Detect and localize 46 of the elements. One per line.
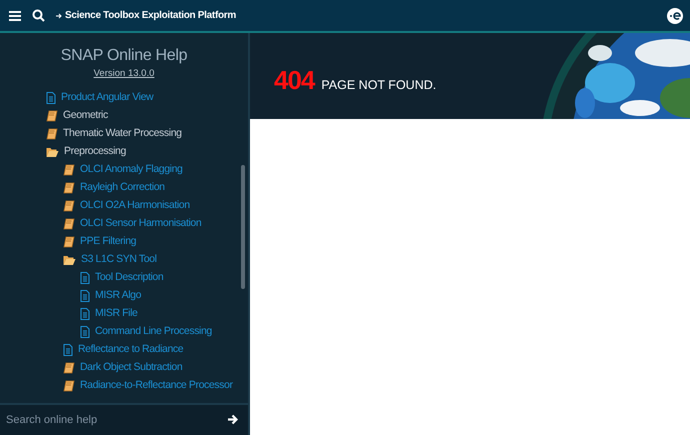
- document-icon: [46, 92, 56, 104]
- tree-item[interactable]: S3 L1C SYN Tool: [81, 252, 157, 268]
- book-icon: [46, 110, 58, 122]
- tree-item[interactable]: OLCI Anomaly Flagging: [80, 162, 182, 178]
- book-icon: [63, 362, 75, 374]
- tree-item[interactable]: Rayleigh Correction: [80, 180, 165, 196]
- tree-item[interactable]: Product Angular View: [61, 90, 154, 106]
- tree-item[interactable]: Preprocessing: [64, 144, 126, 160]
- error-message: PAGE NOT FOUND.: [321, 76, 436, 94]
- folder-icon: [63, 254, 76, 266]
- tree-item[interactable]: Radiance-to-Reflectance Processor: [80, 378, 233, 394]
- book-icon: [46, 128, 58, 140]
- book-icon: [63, 236, 75, 248]
- document-icon: [80, 290, 90, 302]
- tree-item[interactable]: Geometric: [63, 108, 108, 124]
- tree-item[interactable]: Dark Object Subtraction: [80, 360, 182, 376]
- tree-item[interactable]: OLCI O2A Harmonisation: [80, 198, 190, 214]
- tree-item[interactable]: Thematic Water Processing: [63, 126, 182, 142]
- search-icon[interactable]: [32, 9, 45, 22]
- document-icon: [63, 344, 73, 356]
- tree-item[interactable]: Command Line Processing: [95, 324, 212, 340]
- tree-item[interactable]: OLCI Sensor Harmonisation: [80, 216, 202, 232]
- folder-icon: [46, 146, 59, 158]
- document-icon: [80, 272, 90, 284]
- document-icon: [80, 308, 90, 320]
- book-icon: [63, 182, 75, 194]
- platform-link[interactable]: Science Toolbox Exploitation Platform: [65, 8, 236, 23]
- book-icon: [63, 200, 75, 212]
- scrollbar[interactable]: [241, 165, 245, 289]
- book-icon: [63, 164, 75, 176]
- tree-item[interactable]: Tool Description: [95, 270, 164, 286]
- help-title: SNAP Online Help: [60, 46, 188, 66]
- version-link[interactable]: Version 13.0.0: [94, 67, 154, 82]
- tree-item[interactable]: MISR File: [95, 306, 138, 322]
- search-field[interactable]: Search online help: [0, 403, 248, 435]
- logo-icon: [667, 8, 683, 24]
- document-icon: [80, 326, 90, 338]
- arrow-icon: [56, 12, 62, 18]
- arrow-right-icon[interactable]: [227, 414, 238, 425]
- tree-item[interactable]: Reflectance to Radiance: [78, 342, 184, 358]
- book-icon: [63, 380, 75, 392]
- book-icon: [63, 218, 75, 230]
- tree-item[interactable]: PPE Filtering: [80, 234, 136, 250]
- menu-icon[interactable]: [9, 10, 21, 20]
- tree-item[interactable]: MISR Algo: [95, 288, 142, 304]
- error-code: 404: [274, 64, 314, 96]
